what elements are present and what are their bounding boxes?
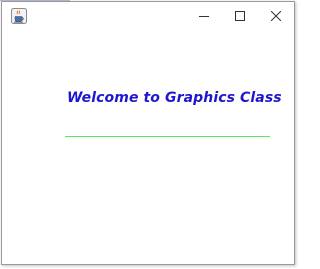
graphics-canvas: Welcome to Graphics Class bbox=[2, 31, 294, 264]
java-coffee-cup-icon[interactable] bbox=[11, 8, 27, 24]
app-window: Welcome to Graphics Class bbox=[1, 1, 295, 265]
close-button[interactable] bbox=[256, 2, 296, 31]
welcome-text: Welcome to Graphics Class bbox=[67, 90, 282, 106]
close-icon bbox=[270, 8, 282, 26]
minimize-icon bbox=[199, 8, 209, 26]
title-bar[interactable] bbox=[2, 2, 294, 31]
green-underline bbox=[65, 136, 270, 137]
maximize-icon bbox=[235, 8, 245, 26]
minimize-button[interactable] bbox=[184, 2, 224, 31]
maximize-button[interactable] bbox=[220, 2, 260, 31]
